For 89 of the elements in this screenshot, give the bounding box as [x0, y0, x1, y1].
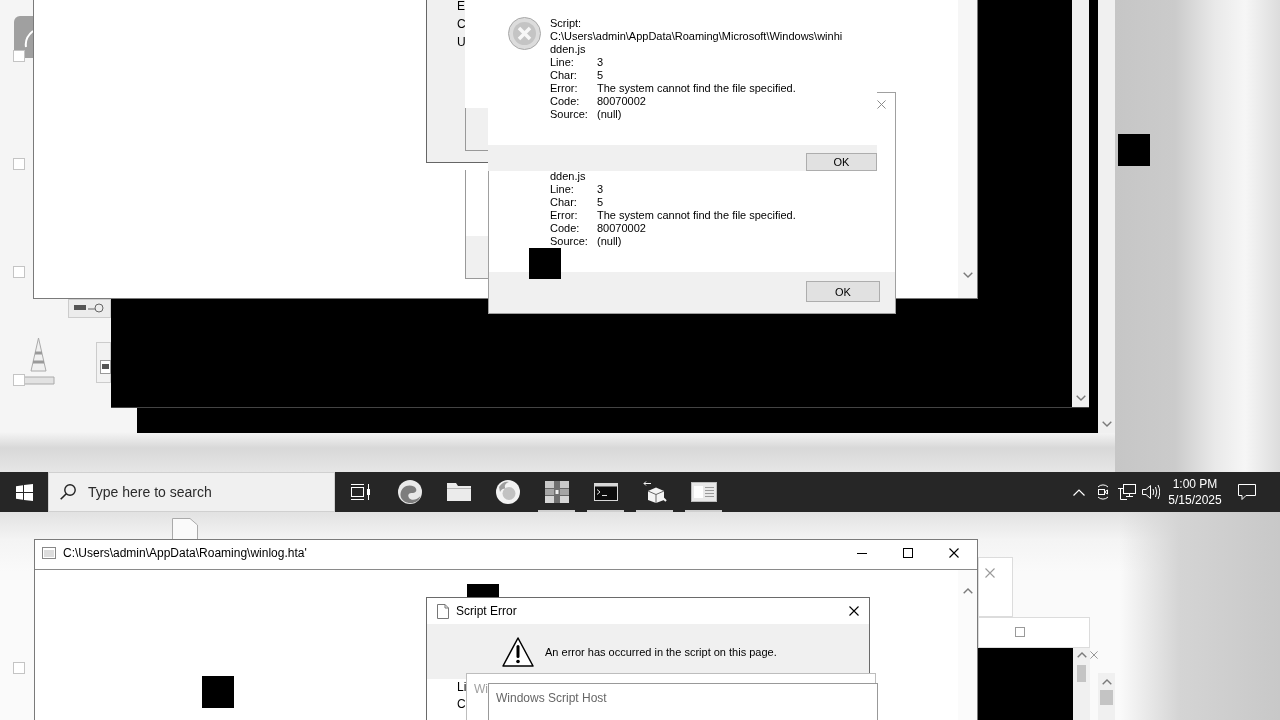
field-value: 5	[597, 69, 604, 82]
search-icon	[60, 484, 76, 500]
field-label: Char:	[550, 196, 577, 209]
terminal-icon	[593, 483, 618, 501]
field-value: 80070002	[597, 95, 646, 108]
field-value: 80070002	[597, 222, 646, 235]
dialog-title: Script Error	[456, 604, 517, 618]
mini-toolbar-drawing	[68, 299, 111, 318]
chevron-up-icon	[1101, 679, 1112, 685]
package-icon	[642, 481, 667, 503]
field-label: Source:	[550, 108, 588, 121]
traffic-cone-icon[interactable]	[22, 337, 55, 385]
document-icon[interactable]	[172, 518, 198, 539]
close-icon	[949, 548, 959, 558]
scrollbar[interactable]	[1073, 648, 1090, 720]
field-label: C	[457, 18, 466, 30]
scrollbar[interactable]	[1098, 0, 1115, 433]
field-value: 5	[597, 196, 604, 209]
window-title: C:\Users\admin\AppData\Roaming\winlog.hta'	[63, 546, 307, 560]
speaker-icon[interactable]	[1142, 484, 1160, 500]
field-label: Line:	[550, 183, 574, 196]
chevron-up-icon	[1076, 652, 1087, 658]
field-label: Li	[457, 679, 467, 696]
flame-globe-icon	[495, 480, 520, 504]
field-label: Script:	[550, 17, 582, 30]
dialog-title: Wi	[474, 681, 488, 697]
field-label: Code:	[550, 222, 580, 235]
scrollbar[interactable]	[958, 0, 977, 298]
scrollbar[interactable]	[1098, 673, 1115, 720]
folder-icon	[446, 483, 471, 501]
window-icon	[42, 547, 56, 559]
glitch-block	[529, 248, 561, 279]
checkbox[interactable]	[13, 374, 25, 386]
field-value: (null)	[597, 108, 622, 121]
swirl-icon	[397, 480, 422, 504]
warning-icon	[502, 636, 534, 667]
chevron-down-icon	[962, 272, 973, 278]
field-label: Char:	[550, 69, 577, 82]
ok-button[interactable]: OK	[806, 281, 880, 302]
scrollbar-thumb[interactable]	[1100, 690, 1113, 705]
cross-circle-icon	[508, 17, 541, 50]
field-value: 3	[597, 183, 604, 196]
chevron-up-icon	[962, 588, 973, 594]
field-label: Source:	[550, 235, 588, 248]
scrollbar-thumb[interactable]	[1077, 665, 1086, 682]
scrollbar[interactable]	[958, 570, 977, 720]
field-value: (null)	[597, 235, 622, 248]
glitch-block	[467, 584, 499, 598]
network-icon[interactable]	[1118, 484, 1136, 500]
chevron-down-icon	[1075, 395, 1086, 401]
video-camera-icon[interactable]	[1095, 484, 1111, 500]
windows-logo-icon	[15, 483, 33, 501]
form-window-icon	[690, 482, 717, 502]
message-icon[interactable]	[1238, 484, 1256, 500]
field-label: U	[457, 36, 466, 48]
scrollbar[interactable]	[1072, 0, 1089, 407]
chevron-up-icon[interactable]	[1073, 488, 1085, 496]
error-message: An error has occurred in the script on this page.	[545, 645, 777, 658]
file-path: dden.js	[550, 43, 586, 56]
clock-button[interactable]: 1:00 PM 5/15/2025	[1163, 476, 1227, 508]
checkbox[interactable]	[13, 266, 25, 278]
field-label: Error:	[550, 209, 578, 222]
dialog-title: Windows Script Host	[496, 690, 607, 706]
checkbox[interactable]	[13, 50, 25, 62]
field-label: C	[457, 696, 466, 713]
field-label: Error:	[550, 82, 578, 95]
checkbox[interactable]	[13, 158, 25, 170]
chevron-down-icon	[1101, 421, 1112, 427]
glitch-block	[202, 676, 234, 708]
field-label: E	[457, 0, 465, 12]
field-value: The system cannot find the file specified.	[597, 82, 796, 95]
glitch-block	[1118, 134, 1150, 166]
field-value: The system cannot find the file specified.	[597, 209, 796, 222]
field-value: 3	[597, 56, 604, 69]
ok-button[interactable]: OK	[806, 153, 877, 171]
stacked-books-icon	[544, 481, 569, 503]
task-view-icon	[350, 484, 371, 500]
close-icon[interactable]	[849, 606, 859, 616]
thumbnail-drawing	[96, 342, 111, 383]
field-label: Code:	[550, 95, 580, 108]
maximize-icon[interactable]	[1015, 627, 1025, 637]
document-icon	[437, 603, 449, 619]
field-label: Line:	[550, 56, 574, 69]
maximize-icon	[903, 548, 913, 558]
file-path: C:\Users\admin\AppData\Roaming\Microsoft\Windows\winhi	[550, 30, 843, 43]
minimize-icon	[857, 552, 867, 554]
checkbox[interactable]	[13, 662, 25, 674]
search-field[interactable]: Type here to search	[48, 472, 335, 512]
file-path: dden.js	[550, 170, 586, 183]
